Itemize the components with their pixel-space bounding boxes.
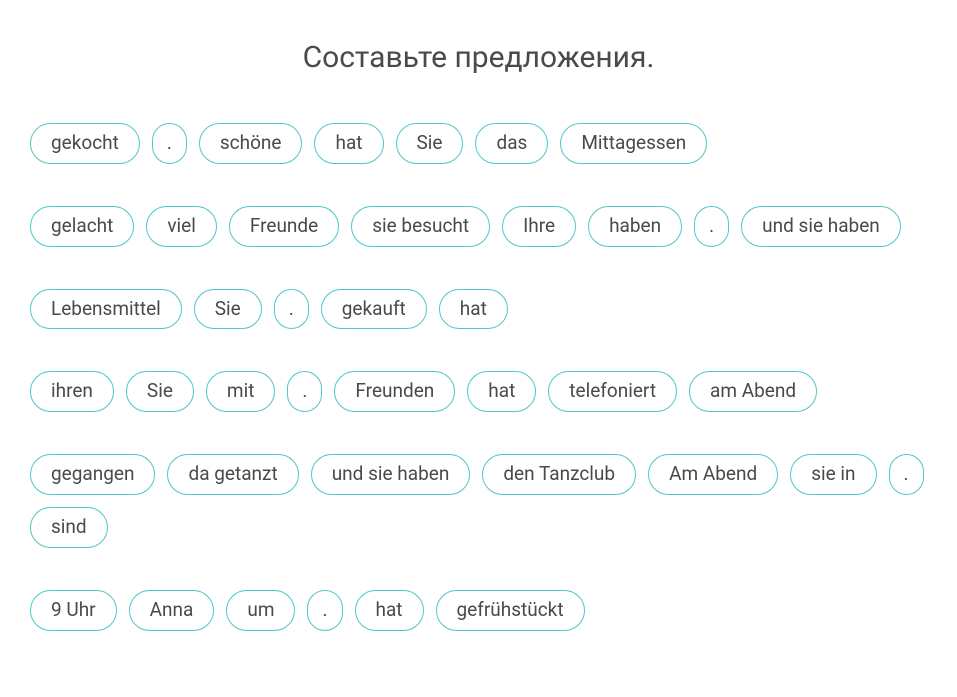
word-chip[interactable]: Freunde (229, 206, 339, 247)
sentence-group: Lebensmittel Sie. gekauft hat (30, 289, 927, 330)
word-chip[interactable]: viel (146, 206, 217, 247)
word-chip[interactable]: hat (314, 123, 383, 164)
word-chip[interactable]: telefoniert (548, 371, 677, 412)
word-chip[interactable]: Ihre (502, 206, 576, 247)
word-chip[interactable]: . (694, 206, 729, 247)
word-chip[interactable]: Freunden (334, 371, 455, 412)
word-chip[interactable]: hat (439, 289, 508, 330)
sentence-group: ihren Siemit. Freunden hat telefoniert am Abe… (30, 371, 927, 412)
word-chip[interactable]: Sie (396, 123, 464, 164)
word-chip[interactable]: schöne (199, 123, 303, 164)
word-chip[interactable]: . (274, 289, 309, 330)
word-chip[interactable]: . (287, 371, 322, 412)
word-chip[interactable]: gegangen (30, 454, 155, 495)
word-chip[interactable]: . (307, 590, 342, 631)
word-chip[interactable]: gekocht (30, 123, 140, 164)
word-chip[interactable]: ihren (30, 371, 114, 412)
word-chip[interactable]: hat (355, 590, 424, 631)
sentence-group: gekocht. schöne hat Siedas Mittagessen (30, 123, 927, 164)
word-chip[interactable]: um (226, 590, 295, 631)
word-chip[interactable]: und sie haben (311, 454, 471, 495)
word-chip[interactable]: 9 Uhr (30, 590, 117, 631)
word-chip[interactable]: da getanzt (167, 454, 298, 495)
sentence-group: 9 Uhr Annaum. hat gefrühstückt (30, 590, 927, 631)
word-chip[interactable]: das (475, 123, 548, 164)
word-chip[interactable]: gefrühstückt (436, 590, 585, 631)
word-chip[interactable]: . (152, 123, 187, 164)
word-chip[interactable]: und sie haben (741, 206, 901, 247)
word-chip[interactable]: Mittagessen (560, 123, 707, 164)
word-chip[interactable]: den Tanzclub (482, 454, 636, 495)
word-chip[interactable]: am Abend (689, 371, 817, 412)
exercise-title: Составьте предложения. (30, 40, 927, 75)
word-chip[interactable]: Lebensmittel (30, 289, 182, 330)
word-chip[interactable]: Sie (194, 289, 262, 330)
word-chip[interactable]: mit (206, 371, 276, 412)
word-chip[interactable]: hat (467, 371, 536, 412)
word-chip[interactable]: gekauft (321, 289, 427, 330)
word-chip[interactable]: Anna (129, 590, 215, 631)
word-chip[interactable]: haben (588, 206, 682, 247)
word-chip[interactable]: gelacht (30, 206, 134, 247)
word-chip[interactable]: sie in (790, 454, 876, 495)
sentence-group: gegangen da getanzt und sie haben den Tanzc… (30, 454, 927, 548)
word-chip[interactable]: sie besucht (351, 206, 490, 247)
word-chip[interactable]: sind (30, 507, 108, 548)
word-chip[interactable]: Am Abend (648, 454, 778, 495)
word-chip[interactable]: Sie (126, 371, 194, 412)
word-chip[interactable]: . (889, 454, 924, 495)
exercise-container: gekocht.schönehatSiedasMittagessengelach… (30, 123, 927, 631)
sentence-group: gelacht viel Freunde sie besucht Ihre haben. u… (30, 206, 927, 247)
